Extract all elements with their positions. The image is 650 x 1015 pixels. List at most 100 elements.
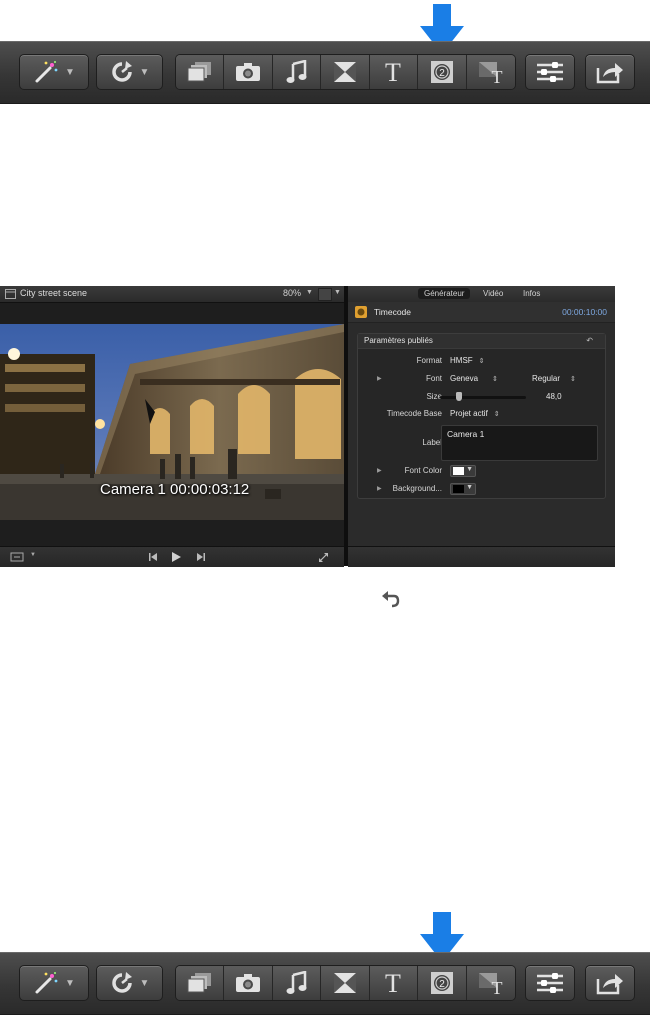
photos-icon [187,973,211,993]
viewer-title: City street scene [20,288,88,298]
font-color-well[interactable]: ▼ [450,465,476,477]
browser-toolbar: ▼ ▼ T 2 T [0,41,650,104]
font-popup[interactable]: Geneva ⇕ [450,374,498,383]
titles-browser-button[interactable]: T [369,55,419,89]
color-swatch [453,485,464,493]
timecode-base-label: Timecode Base [386,409,442,418]
timecode-overlay: Camera 1 00:00:03:12 [100,481,250,498]
titles-t-icon: T [385,970,401,996]
svg-text:T: T [385,59,401,85]
generators-icon: 2 [430,972,453,994]
transitions-browser-button[interactable] [321,55,370,89]
published-parameters-panel: Paramètres publiés ↶ Format HMSF ⇕ ▶ Font… [357,333,606,499]
next-icon[interactable] [196,552,206,562]
generator-icon [355,306,367,318]
photo-browser-button[interactable] [224,55,273,89]
format-popup[interactable]: HMSF ⇕ [450,356,485,365]
inspector-tabs: Générateur Vidéo Infos [348,286,615,303]
svg-text:T: T [385,970,401,996]
retime-icon [111,61,132,82]
magic-wand-icon [35,972,58,994]
size-label: Size [426,392,442,401]
clip-icon [5,289,16,299]
generators-browser-button[interactable]: 2 [418,966,467,1000]
svg-text:2: 2 [439,979,445,990]
chevron-down-icon[interactable]: ▼ [306,289,313,296]
retiming-button[interactable]: ▼ [96,965,163,1001]
browser-button-group: T 2 T [175,54,516,90]
chevron-down-icon: ▼ [139,66,150,78]
app-window: City street scene 80% ▼ ▼ Camera 1 00:00… [0,286,615,567]
svg-text:T: T [491,67,502,84]
svg-text:T: T [491,978,502,995]
chevron-down-icon[interactable]: ▼ [30,552,36,558]
tab-generator[interactable]: Générateur [418,288,471,299]
music-browser-button[interactable] [272,966,322,1000]
slider-knob[interactable] [456,392,462,401]
media-browser-button[interactable] [176,55,225,89]
retiming-button[interactable]: ▼ [96,54,163,90]
zoom-level[interactable]: 80% [283,288,301,298]
themes-icon: T [478,973,502,995]
fullscreen-icon[interactable] [318,552,329,563]
inspector-title: Timecode [374,307,412,317]
themes-browser-button[interactable]: T [466,55,515,89]
enhancements-button[interactable]: ▼ [19,965,89,1001]
retime-icon [111,972,132,993]
chevron-down-icon[interactable]: ▼ [334,289,341,296]
share-button[interactable] [585,54,635,90]
camera-icon [236,63,261,81]
transitions-icon [333,973,356,993]
inspector-button[interactable] [525,54,575,90]
label-label: Label [422,438,442,447]
viewer-header: City street scene 80% ▼ ▼ [0,286,344,303]
inspector: Générateur Vidéo Infos Timecode 00:00:10… [348,286,615,567]
magic-wand-icon [35,61,58,83]
camera-icon [236,974,261,992]
size-slider[interactable] [440,392,526,401]
up-down-icon: ⇕ [492,376,498,383]
titles-browser-button[interactable]: T [369,966,419,1000]
crop-icon[interactable] [10,552,24,562]
tab-video[interactable]: Vidéo [483,289,503,298]
media-browser-button[interactable] [176,966,225,1000]
inspector-button[interactable] [525,965,575,1001]
background-label: Background... [392,484,442,493]
chevron-down-icon: ▼ [466,484,473,491]
timecode-base-popup[interactable]: Projet actif ⇕ [450,409,500,418]
transitions-icon [333,62,356,82]
reset-icon[interactable]: ↶ [586,336,593,345]
share-icon [596,974,623,995]
transitions-browser-button[interactable] [321,966,370,1000]
play-icon[interactable] [171,551,182,563]
generators-browser-button[interactable]: 2 [418,55,467,89]
sliders-icon [537,62,563,82]
clip-duration: 00:00:10:00 [562,307,607,317]
view-options-button[interactable] [318,288,332,301]
up-down-icon: ⇕ [493,411,500,418]
photos-icon [187,62,211,82]
music-browser-button[interactable] [272,55,322,89]
previous-icon[interactable] [148,552,158,562]
browser-toolbar: ▼ ▼ T 2 T [0,952,650,1015]
font-style-popup[interactable]: Regular ⇕ [532,374,576,383]
share-button[interactable] [585,965,635,1001]
enhancements-button[interactable]: ▼ [19,54,89,90]
color-swatch [453,467,464,475]
panel-title: Paramètres publiés [364,336,433,345]
music-note-icon [286,60,307,83]
tab-info[interactable]: Infos [523,289,540,298]
share-icon [596,63,623,84]
inspector-footer [348,546,615,567]
photo-browser-button[interactable] [224,966,273,1000]
browser-button-group: T 2 T [175,965,516,1001]
background-color-well[interactable]: ▼ [450,483,476,495]
up-down-icon: ⇕ [570,376,576,383]
themes-browser-button[interactable]: T [466,966,515,1000]
generators-icon: 2 [430,61,453,83]
chevron-down-icon: ▼ [139,977,150,989]
label-text-field[interactable]: Camera 1 [441,425,598,461]
viewer: City street scene 80% ▼ ▼ Camera 1 00:00… [0,286,344,567]
sliders-icon [537,973,563,993]
size-value[interactable]: 48,0 [546,392,562,401]
